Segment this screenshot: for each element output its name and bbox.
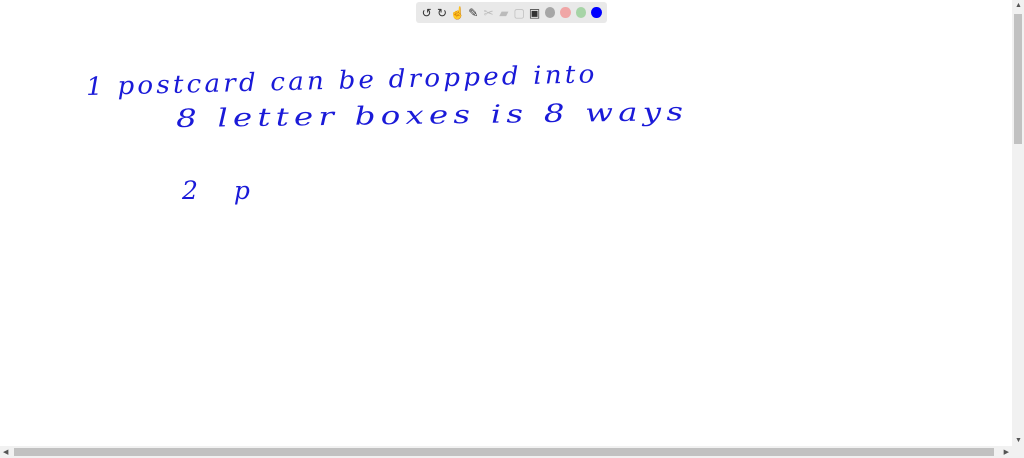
- handwriting-line-1: 1 postcard can be dropped into: [85, 59, 598, 101]
- color-gray[interactable]: [544, 7, 556, 18]
- scroll-down-icon[interactable]: ▼: [1015, 437, 1022, 444]
- color-blue-selected[interactable]: [591, 7, 602, 18]
- color-pink[interactable]: [560, 7, 571, 18]
- redo-icon[interactable]: ↻: [435, 6, 448, 20]
- scroll-up-icon[interactable]: ▲: [1015, 2, 1022, 9]
- horizontal-scrollbar[interactable]: ◀ ▶: [0, 446, 1024, 458]
- color-green[interactable]: [575, 7, 587, 18]
- highlighter-icon[interactable]: ▰: [497, 6, 510, 20]
- scissors-icon[interactable]: ✂: [482, 6, 495, 20]
- textbox-icon[interactable]: ▢: [513, 6, 526, 20]
- vertical-scrollbar[interactable]: ▲ ▼: [1012, 0, 1024, 446]
- select-icon[interactable]: ☝: [450, 6, 465, 20]
- image-icon[interactable]: ▣: [528, 6, 541, 20]
- pencil-icon[interactable]: ✎: [467, 6, 480, 20]
- handwriting-line-3: 2 p: [182, 176, 264, 205]
- handwriting-line-2: 8 letter boxes is 8 ways: [175, 97, 689, 133]
- scroll-right-icon[interactable]: ▶: [1004, 448, 1009, 456]
- scroll-left-icon[interactable]: ◀: [3, 448, 8, 456]
- vertical-scroll-thumb[interactable]: [1014, 14, 1022, 144]
- undo-icon[interactable]: ↺: [420, 6, 433, 20]
- horizontal-scroll-thumb[interactable]: [14, 448, 994, 456]
- drawing-toolbar: ↺ ↻ ☝ ✎ ✂ ▰ ▢ ▣: [416, 2, 607, 23]
